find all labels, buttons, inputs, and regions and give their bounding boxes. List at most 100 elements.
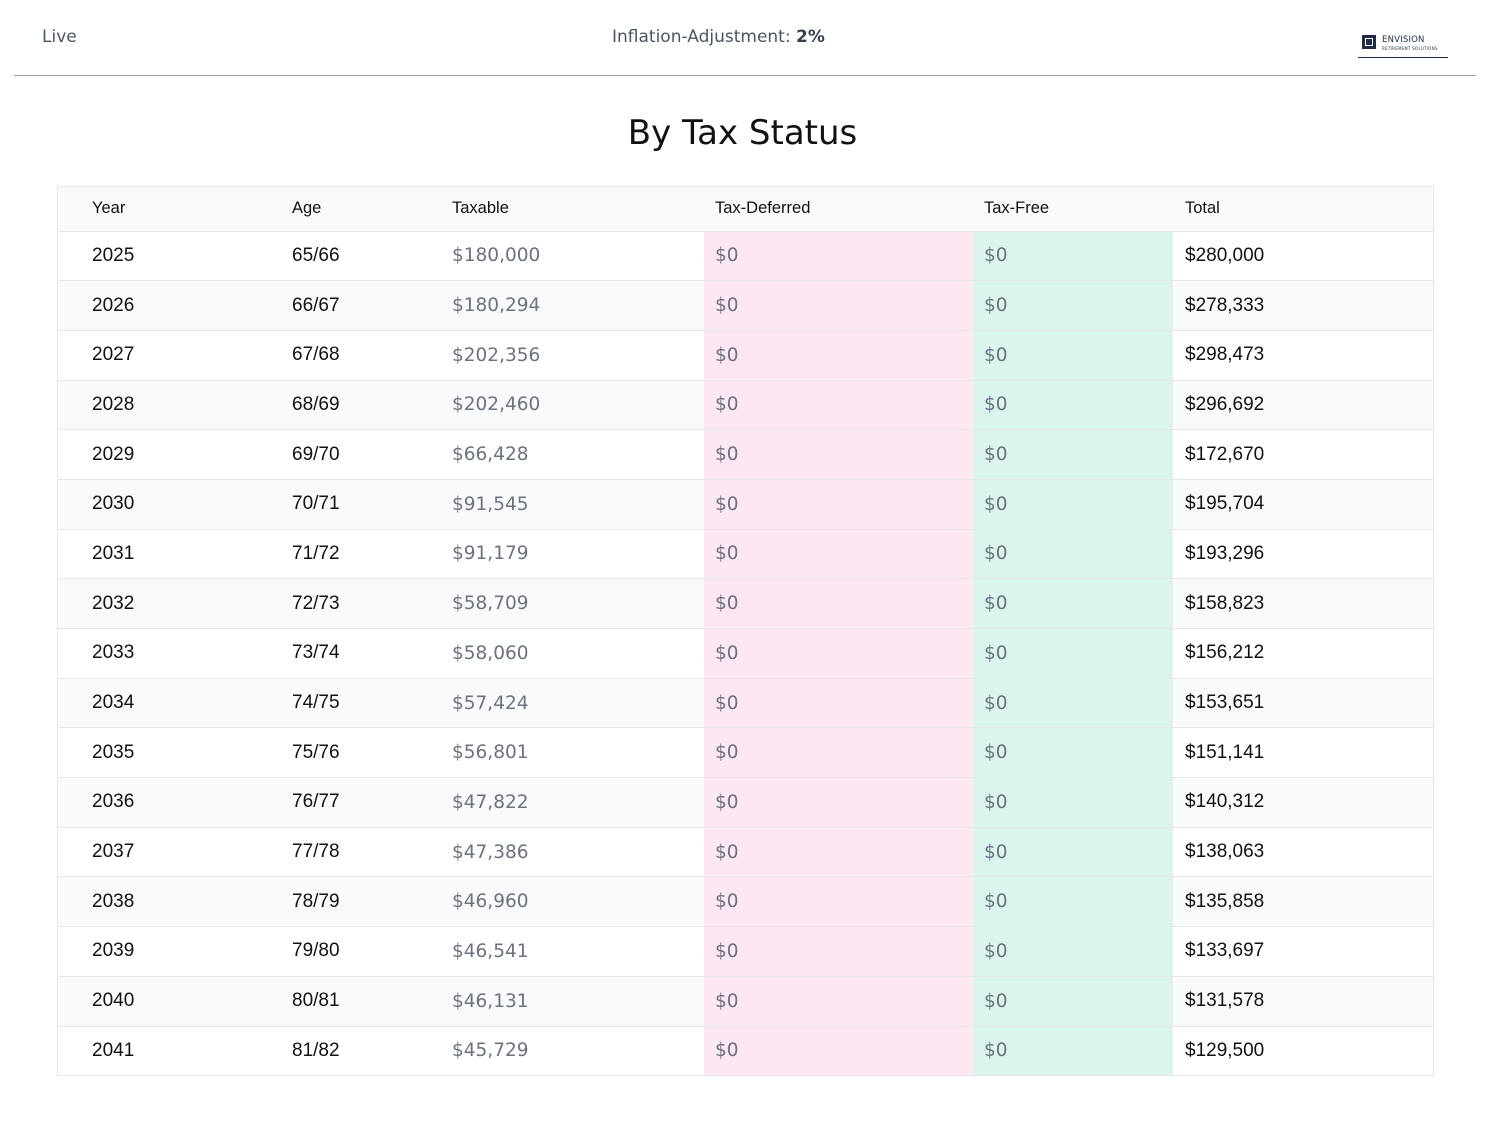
cell-tax-free: $0 xyxy=(973,429,1173,480)
cell-age: 74/75 xyxy=(287,678,447,729)
cell-tax-deferred: $0 xyxy=(704,578,973,629)
cell-age: 72/73 xyxy=(287,578,447,629)
inflation-adjustment: Inflation-Adjustment: 2% xyxy=(612,27,825,47)
cell-year: 2038 xyxy=(58,876,287,928)
cell-age: 77/78 xyxy=(287,827,447,878)
table-row: 2027 67/68 $202,356 $0 $0 $298,473 xyxy=(58,330,1433,381)
cell-total: $172,670 xyxy=(1173,429,1433,480)
cell-total: $158,823 xyxy=(1173,578,1433,629)
cell-tax-free: $0 xyxy=(973,330,1173,381)
table-row: 2041 81/82 $45,729 $0 $0 $129,500 xyxy=(58,1026,1433,1076)
cell-taxable: $58,709 xyxy=(447,578,704,629)
table-row: 2025 65/66 $180,000 $0 $0 $280,000 xyxy=(58,231,1433,282)
cell-age: 69/70 xyxy=(287,429,447,480)
column-header-age: Age xyxy=(287,187,447,232)
cell-age: 68/69 xyxy=(287,380,447,431)
cell-age: 70/71 xyxy=(287,479,447,530)
table-row: 2026 66/67 $180,294 $0 $0 $278,333 xyxy=(58,280,1433,331)
cell-age: 81/82 xyxy=(292,1039,340,1061)
cell-age: 73/74 xyxy=(287,628,447,679)
cell-tax-free: $0 xyxy=(973,231,1173,282)
cell-age: 71/72 xyxy=(287,529,447,580)
cell-year: 2026 xyxy=(58,280,287,331)
column-header-total: Total xyxy=(1173,187,1433,232)
inflation-value: 2% xyxy=(795,27,825,47)
mode-label: Live xyxy=(42,27,77,47)
column-header-taxable: Taxable xyxy=(447,187,704,232)
cell-taxable: $46,960 xyxy=(447,876,704,928)
cell-tax-deferred: $0 xyxy=(704,529,973,580)
page-title: By Tax Status xyxy=(627,113,858,153)
cell-year: 2031 xyxy=(58,529,287,580)
column-header-year: Year xyxy=(58,187,287,232)
tax-status-table: Year Age Taxable Tax-Deferred Tax-Free T… xyxy=(57,186,1434,1077)
cell-taxable: $47,822 xyxy=(447,777,704,828)
table-header-row: Year Age Taxable Tax-Deferred Tax-Free T… xyxy=(58,187,1433,232)
inflation-label: Inflation-Adjustment: xyxy=(612,27,791,47)
table-row: 2029 69/70 $66,428 $0 $0 $172,670 xyxy=(58,429,1433,480)
cell-total: $129,500 xyxy=(1185,1039,1265,1061)
cell-tax-deferred: $0 xyxy=(704,777,973,828)
cell-total: $193,296 xyxy=(1173,529,1433,580)
cell-tax-deferred: $0 xyxy=(704,280,973,331)
cell-year: 2030 xyxy=(58,479,287,530)
cell-total: $131,578 xyxy=(1173,976,1433,1027)
cell-age: 79/80 xyxy=(287,926,447,977)
cell-total: $151,141 xyxy=(1173,727,1433,779)
table-row: 2028 68/69 $202,460 $0 $0 $296,692 xyxy=(58,380,1433,431)
cell-tax-deferred: $0 xyxy=(704,1026,973,1076)
cell-tax-free: $0 xyxy=(973,827,1173,878)
cell-year: 2032 xyxy=(58,578,287,629)
cell-age: 75/76 xyxy=(287,727,447,779)
cell-tax-deferred: $0 xyxy=(704,678,973,729)
logo-tagline: RETIREMENT SOLUTIONS xyxy=(1382,46,1438,51)
cell-total: $133,697 xyxy=(1173,926,1433,977)
cell-tax-deferred: $0 xyxy=(704,926,973,977)
cell-tax-deferred: $0 xyxy=(704,827,973,878)
cell-taxable: $45,729 xyxy=(452,1040,529,1062)
table-row: 2032 72/73 $58,709 $0 $0 $158,823 xyxy=(58,578,1433,629)
cell-total: $138,063 xyxy=(1173,827,1433,878)
cell-taxable: $56,801 xyxy=(447,727,704,779)
cell-year: 2040 xyxy=(58,976,287,1027)
cell-tax-deferred: $0 xyxy=(704,628,973,679)
cell-tax-deferred: $0 xyxy=(704,429,973,480)
cell-total: $140,312 xyxy=(1173,777,1433,828)
cell-year: 2039 xyxy=(58,926,287,977)
cell-total: $156,212 xyxy=(1173,628,1433,679)
logo-mark-icon xyxy=(1362,35,1376,49)
table-row: 2033 73/74 $58,060 $0 $0 $156,212 xyxy=(58,628,1433,679)
cell-age: 67/68 xyxy=(287,330,447,381)
cell-taxable: $91,545 xyxy=(447,479,704,530)
cell-tax-deferred: $0 xyxy=(704,479,973,530)
cell-total: $195,704 xyxy=(1173,479,1433,530)
cell-tax-free: $0 xyxy=(973,380,1173,431)
cell-age: 66/67 xyxy=(287,280,447,331)
cell-taxable: $180,000 xyxy=(447,231,704,282)
cell-taxable: $202,460 xyxy=(447,380,704,431)
top-bar: Live Inflation-Adjustment: 2% ENVISION R… xyxy=(14,0,1476,76)
table-row: 2030 70/71 $91,545 $0 $0 $195,704 xyxy=(58,479,1433,530)
cell-year: 2034 xyxy=(58,678,287,729)
cell-total: $153,651 xyxy=(1173,678,1433,729)
company-logo: ENVISION RETIREMENT SOLUTIONS xyxy=(1358,33,1448,58)
cell-year: 2028 xyxy=(58,380,287,431)
cell-tax-free: $0 xyxy=(973,926,1173,977)
cell-total: $135,858 xyxy=(1173,876,1433,928)
table-row: 2038 78/79 $46,960 $0 $0 $135,858 xyxy=(58,876,1433,928)
table-row: 2039 79/80 $46,541 $0 $0 $133,697 xyxy=(58,926,1433,977)
column-header-tax-deferred: Tax-Deferred xyxy=(704,187,973,232)
cell-tax-deferred: $0 xyxy=(704,380,973,431)
cell-taxable: $57,424 xyxy=(447,678,704,729)
cell-tax-free: $0 xyxy=(973,280,1173,331)
cell-taxable: $202,356 xyxy=(447,330,704,381)
cell-tax-deferred: $0 xyxy=(704,727,973,779)
cell-year: 2029 xyxy=(58,429,287,480)
cell-tax-free: $0 xyxy=(973,727,1173,779)
cell-tax-deferred: $0 xyxy=(704,976,973,1027)
table-row: 2034 74/75 $57,424 $0 $0 $153,651 xyxy=(58,678,1433,729)
cell-tax-free: $0 xyxy=(973,777,1173,828)
cell-taxable: $46,131 xyxy=(447,976,704,1027)
cell-taxable: $66,428 xyxy=(447,429,704,480)
table-body: 2025 65/66 $180,000 $0 $0 $280,000 2026 66/67 $1… xyxy=(58,231,1433,1076)
